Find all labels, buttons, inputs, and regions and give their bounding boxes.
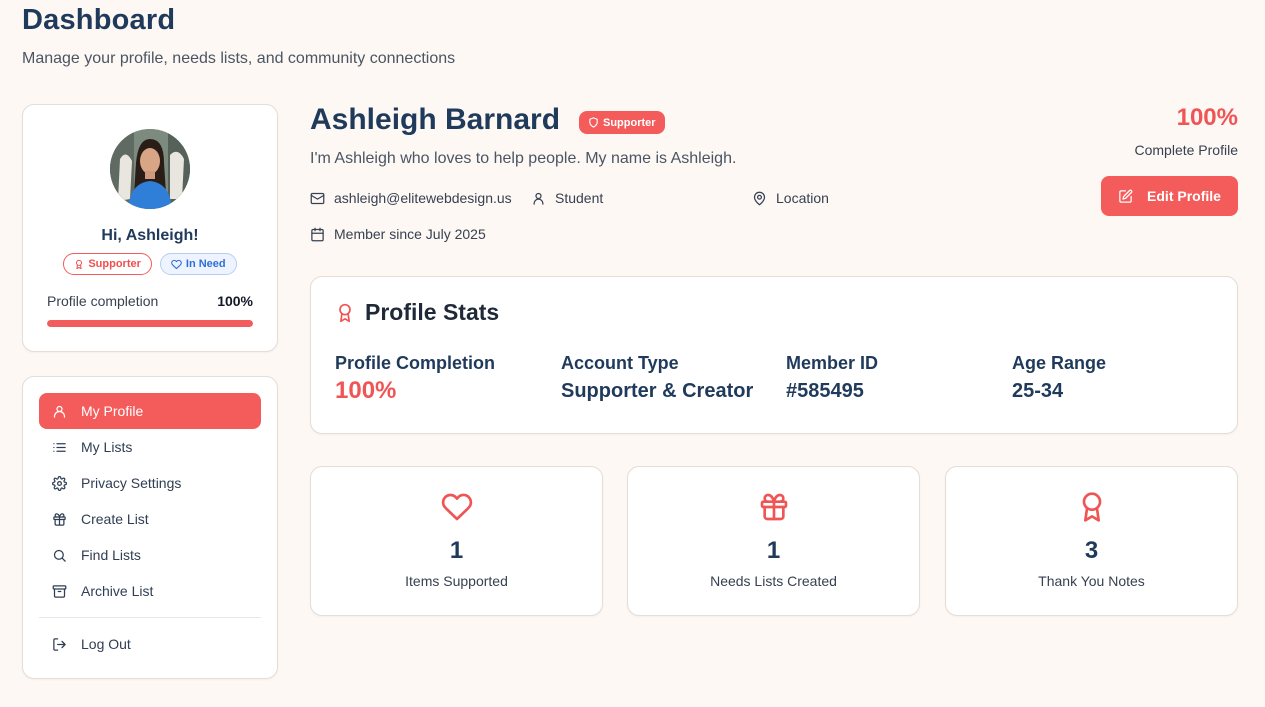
avatar[interactable] [110,129,190,209]
profile-stats-heading: Profile Stats [335,299,499,326]
items-supported-card: 1 Items Supported [310,466,603,616]
stat-label: Account Type [561,353,679,373]
in-need-badge-label: In Need [185,258,226,270]
logout-icon [53,637,66,651]
user-bio: I'm Ashleigh who loves to help people. M… [310,150,737,167]
role-badges: Supporter In Need [23,253,277,275]
items-supported-count: 1 [449,537,464,564]
mail-icon [310,192,325,204]
profile-completion-value: 100% [217,293,253,309]
nav-item-privacy-settings[interactable]: Privacy Settings [39,465,261,501]
member-since-meta: Member since July 2025 [310,226,486,242]
stat-value: #585495 [786,380,864,402]
thank-you-notes-count: 3 [1084,537,1099,564]
user-occupation: Student [555,190,604,206]
user-location: Location [776,190,829,206]
nav-item-log-out[interactable]: Log Out [39,626,261,662]
greeting: Hi, Ashleigh! [101,227,199,244]
user-icon [53,405,66,418]
profile-completion-row: Profile completion 100% [47,293,253,309]
nav-item-label: My Profile [81,403,144,419]
edit-icon [1119,189,1133,203]
gift-icon [53,512,66,526]
nav-item-archive-list[interactable]: Archive List [39,573,261,609]
page-subtitle: Manage your profile, needs lists, and co… [22,50,456,67]
archive-icon [52,584,67,598]
gear-icon [52,475,67,491]
heart-icon [441,493,472,521]
search-icon [53,549,66,562]
stat-account-type: Account Type Supporter & Creator [561,353,753,403]
stat-value: 100% [335,377,397,404]
gift-icon [760,493,787,521]
member-since: Member since July 2025 [334,226,486,242]
award-icon [76,259,83,269]
nav-divider [39,617,261,618]
nav-item-label: Find Lists [81,547,141,563]
occupation-meta: Student [531,190,603,206]
user-icon [533,192,544,205]
stat-label: Member ID [786,353,879,373]
nav-item-my-lists[interactable]: My Lists [39,429,261,465]
nav-item-find-lists[interactable]: Find Lists [39,537,261,573]
stat-label: Age Range [1012,353,1107,373]
page-title: Dashboard [22,4,176,36]
needs-lists-count: 1 [766,537,781,564]
nav-item-my-profile[interactable]: My Profile [39,393,261,429]
stat-value: 25-34 [1012,380,1064,402]
thank-you-notes-label: Thank You Notes [1038,573,1145,589]
user-name: Ashleigh Barnard [310,103,561,136]
supporter-badge: Supporter [63,253,152,275]
nav-item-create-list[interactable]: Create List [39,501,261,537]
profile-completion-fill [47,320,253,327]
supporter-role-badge: Supporter [579,111,665,134]
nav-item-label: Create List [81,511,149,527]
items-supported-label: Items Supported [405,573,508,589]
profile-completion-percent: 100% [1176,104,1238,131]
heart-icon [171,259,182,269]
profile-summary-card: Hi, Ashleigh! Supporter In Need Profile … [22,104,278,352]
nav-item-label: Log Out [81,636,131,652]
award-icon [1082,492,1101,522]
award-icon [339,303,351,322]
dashboard-page: Dashboard Manage your profile, needs lis… [0,0,1265,707]
stat-value: Supporter & Creator [561,380,754,402]
profile-stats-title: Profile Stats [365,299,500,325]
edit-profile-label: Edit Profile [1147,188,1221,204]
stat-member-id: Member ID #585495 [786,353,878,403]
sidebar-nav: My Profile My Lists Privacy Settings Cre… [22,376,278,679]
map-pin-icon [753,191,766,205]
calendar-icon [311,227,324,241]
stat-label: Profile Completion [335,353,496,373]
edit-profile-button[interactable]: Edit Profile [1101,176,1238,216]
profile-stats-card: Profile Stats Profile Completion 100% Ac… [310,276,1238,434]
location-meta: Location [752,190,829,206]
nav-item-label: My Lists [81,439,133,455]
supporter-badge-label: Supporter [88,258,141,270]
profile-completion-caption: Complete Profile [1134,142,1239,158]
in-need-badge: In Need [159,253,237,275]
shield-icon [589,117,598,128]
supporter-role-badge-label: Supporter [603,116,656,129]
nav-item-label: Privacy Settings [81,475,182,491]
email-meta: ashleigh@elitewebdesign.us [310,190,512,206]
thank-you-notes-card: 3 Thank You Notes [945,466,1238,616]
stat-profile-completion: Profile Completion 100% [335,353,495,405]
profile-completion-label: Profile completion [47,293,159,309]
user-email: ashleigh@elitewebdesign.us [334,190,512,206]
profile-completion-bar [47,320,253,327]
stat-age-range: Age Range 25-34 [1012,353,1106,403]
nav-item-label: Archive List [81,583,154,599]
needs-lists-label: Needs Lists Created [710,573,837,589]
list-icon [53,442,66,452]
needs-lists-card: 1 Needs Lists Created [627,466,920,616]
